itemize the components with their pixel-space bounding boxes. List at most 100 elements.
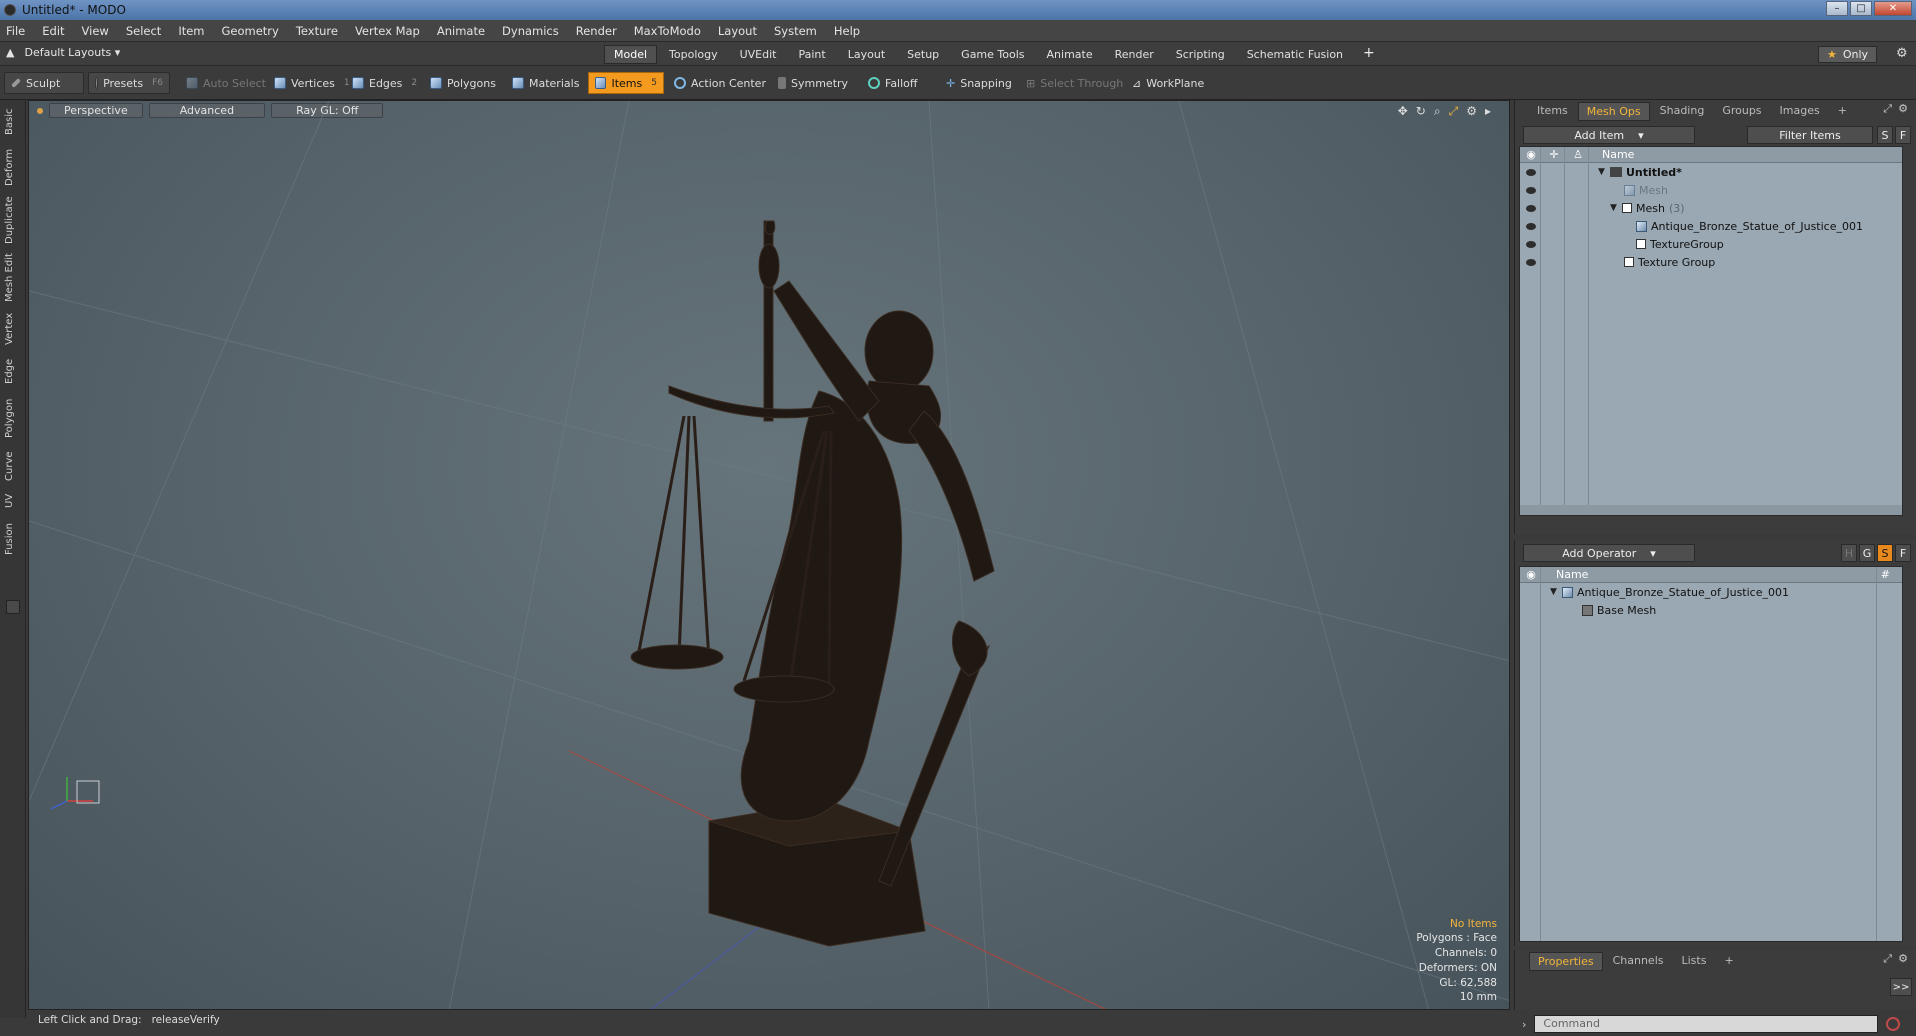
tab-setup[interactable]: Setup: [897, 45, 950, 64]
action-center-button[interactable]: Action Center: [668, 72, 772, 94]
tab-layout[interactable]: Layout: [837, 45, 896, 64]
left-tab-vertex[interactable]: Vertex: [4, 310, 22, 348]
tree-row-mesh-empty[interactable]: Mesh: [1520, 181, 1902, 199]
hash-column-header[interactable]: #: [1881, 568, 1890, 581]
visibility-column-icon[interactable]: ◉: [1520, 148, 1542, 161]
menu-geometry[interactable]: Geometry: [222, 24, 279, 38]
left-tab-curve[interactable]: Curve: [4, 448, 22, 484]
tab-properties[interactable]: Properties: [1529, 952, 1603, 971]
expand-triangle-icon[interactable]: ▼: [1610, 203, 1622, 213]
add-item-button[interactable]: Add Item ▾: [1523, 126, 1695, 144]
tab-groups[interactable]: Groups: [1714, 102, 1769, 121]
tab-mesh-ops[interactable]: Mesh Ops: [1577, 102, 1650, 121]
render-column-icon[interactable]: ♙: [1566, 148, 1590, 161]
3d-viewport[interactable]: Perspective Advanced Ray GL: Off ✥ ↻ ⌕ ⤢…: [28, 100, 1510, 1010]
menu-dynamics[interactable]: Dynamics: [502, 24, 559, 38]
auto-select-button[interactable]: Auto Select: [180, 72, 272, 94]
add-tab-button[interactable]: +: [1355, 45, 1383, 64]
menu-layout[interactable]: Layout: [718, 24, 757, 38]
left-tab-edge[interactable]: Edge: [4, 354, 22, 388]
tab-game-tools[interactable]: Game Tools: [951, 45, 1035, 64]
menu-help[interactable]: Help: [834, 24, 860, 38]
select-through-button[interactable]: ⊞ Select Through: [1020, 72, 1129, 94]
item-tree[interactable]: ◉ ✛ ♙ Name ▼ Untitled* Mesh ▼ Mesh (3) A…: [1519, 146, 1903, 516]
filter-f-button[interactable]: F: [1895, 126, 1911, 144]
tab-paint[interactable]: Paint: [788, 45, 836, 64]
menu-file[interactable]: File: [6, 24, 25, 38]
tab-lists[interactable]: Lists: [1674, 952, 1715, 971]
record-icon[interactable]: [1886, 1017, 1901, 1031]
operator-row-base-mesh[interactable]: Base Mesh: [1520, 601, 1902, 619]
maximize-button[interactable]: □: [1850, 1, 1872, 16]
visibility-eye-icon[interactable]: [1526, 258, 1536, 266]
tab-items[interactable]: Items: [1529, 102, 1576, 121]
tree-row-untitled[interactable]: ▼ Untitled*: [1520, 163, 1902, 181]
filter-s-button[interactable]: S: [1877, 126, 1893, 144]
visibility-eye-icon[interactable]: [1526, 204, 1536, 212]
menu-item[interactable]: Item: [178, 24, 204, 38]
edges-button[interactable]: Edges 2: [346, 72, 423, 94]
tree-row-texturegroup[interactable]: TextureGroup: [1520, 235, 1902, 253]
panel-expand-icon[interactable]: ⤢: [1883, 102, 1892, 116]
snapping-button[interactable]: ✛ Snapping: [940, 72, 1018, 94]
tab-scripting[interactable]: Scripting: [1165, 45, 1235, 64]
toolbox-toggle[interactable]: [6, 600, 20, 614]
close-button[interactable]: ✕: [1874, 1, 1912, 16]
name-column-header[interactable]: Name: [1556, 568, 1588, 581]
tree-row-statue-mesh[interactable]: Antique_Bronze_Statue_of_Justice_001: [1520, 217, 1902, 235]
add-operator-button[interactable]: Add Operator ▾: [1523, 544, 1695, 562]
menu-texture[interactable]: Texture: [296, 24, 338, 38]
sculpt-button[interactable]: Sculpt: [4, 72, 84, 94]
visibility-eye-icon[interactable]: [1526, 186, 1536, 194]
layout-dropdown[interactable]: Default Layouts ▾: [24, 46, 120, 59]
tree-horizontal-scrollbar[interactable]: [1520, 505, 1902, 515]
left-tab-polygon[interactable]: Polygon: [4, 394, 22, 442]
materials-button[interactable]: Materials: [506, 72, 585, 94]
items-button[interactable]: Items 5: [588, 72, 664, 94]
menu-view[interactable]: View: [82, 24, 109, 38]
expand-triangle-icon[interactable]: ▼: [1550, 587, 1562, 597]
layout-pin-icon[interactable]: ▲: [6, 46, 14, 59]
vertices-button[interactable]: Vertices 1: [268, 72, 356, 94]
command-input[interactable]: Command: [1534, 1015, 1879, 1033]
add-panel-tab-button[interactable]: +: [1830, 102, 1855, 121]
filter-h-button[interactable]: H: [1841, 544, 1857, 562]
mesh-ops-tree[interactable]: ◉ Name # ▼ Antique_Bronze_Statue_of_Just…: [1519, 566, 1903, 942]
visibility-eye-icon[interactable]: [1526, 240, 1536, 248]
left-tab-fusion[interactable]: Fusion: [4, 518, 22, 560]
panel-settings-icon[interactable]: ⚙: [1898, 102, 1908, 115]
tab-animate[interactable]: Animate: [1036, 45, 1103, 64]
tab-uvedit[interactable]: UVEdit: [729, 45, 787, 64]
visibility-column-icon[interactable]: ◉: [1520, 568, 1542, 581]
visibility-eye-icon[interactable]: [1526, 222, 1536, 230]
tree-row-mesh-group[interactable]: ▼ Mesh (3): [1520, 199, 1902, 217]
expand-properties-button[interactable]: >>: [1890, 978, 1912, 996]
falloff-button[interactable]: Falloff: [862, 72, 923, 94]
left-tab-mesh-edit[interactable]: Mesh Edit: [4, 252, 22, 304]
filter-s-button[interactable]: S: [1877, 544, 1893, 562]
menu-maxtomodo[interactable]: MaxToModo: [634, 24, 701, 38]
minimize-button[interactable]: –: [1826, 1, 1848, 16]
operator-row-statue[interactable]: ▼ Antique_Bronze_Statue_of_Justice_001: [1520, 583, 1902, 601]
left-tab-duplicate[interactable]: Duplicate: [4, 194, 22, 246]
left-tab-deform[interactable]: Deform: [4, 146, 22, 188]
visibility-eye-icon[interactable]: [1526, 168, 1536, 176]
menu-system[interactable]: System: [774, 24, 817, 38]
filter-f-button[interactable]: F: [1895, 544, 1911, 562]
panel-settings-icon[interactable]: ⚙: [1898, 952, 1908, 965]
tab-render[interactable]: Render: [1104, 45, 1164, 64]
tab-images[interactable]: Images: [1772, 102, 1828, 121]
expand-triangle-icon[interactable]: ▼: [1598, 167, 1610, 177]
presets-button[interactable]: Presets F6: [88, 72, 170, 94]
tab-model[interactable]: Model: [604, 45, 658, 64]
menu-select[interactable]: Select: [126, 24, 161, 38]
menu-edit[interactable]: Edit: [42, 24, 64, 38]
gear-icon[interactable]: ⚙: [1896, 46, 1908, 61]
only-button[interactable]: ★ Only: [1818, 46, 1878, 63]
tab-schematic-fusion[interactable]: Schematic Fusion: [1236, 45, 1354, 64]
menu-vertex-map[interactable]: Vertex Map: [355, 24, 420, 38]
workplane-button[interactable]: ⊿ WorkPlane: [1126, 72, 1210, 94]
tree-row-texture-group[interactable]: Texture Group: [1520, 253, 1902, 271]
tab-topology[interactable]: Topology: [659, 45, 728, 64]
menu-render[interactable]: Render: [576, 24, 617, 38]
